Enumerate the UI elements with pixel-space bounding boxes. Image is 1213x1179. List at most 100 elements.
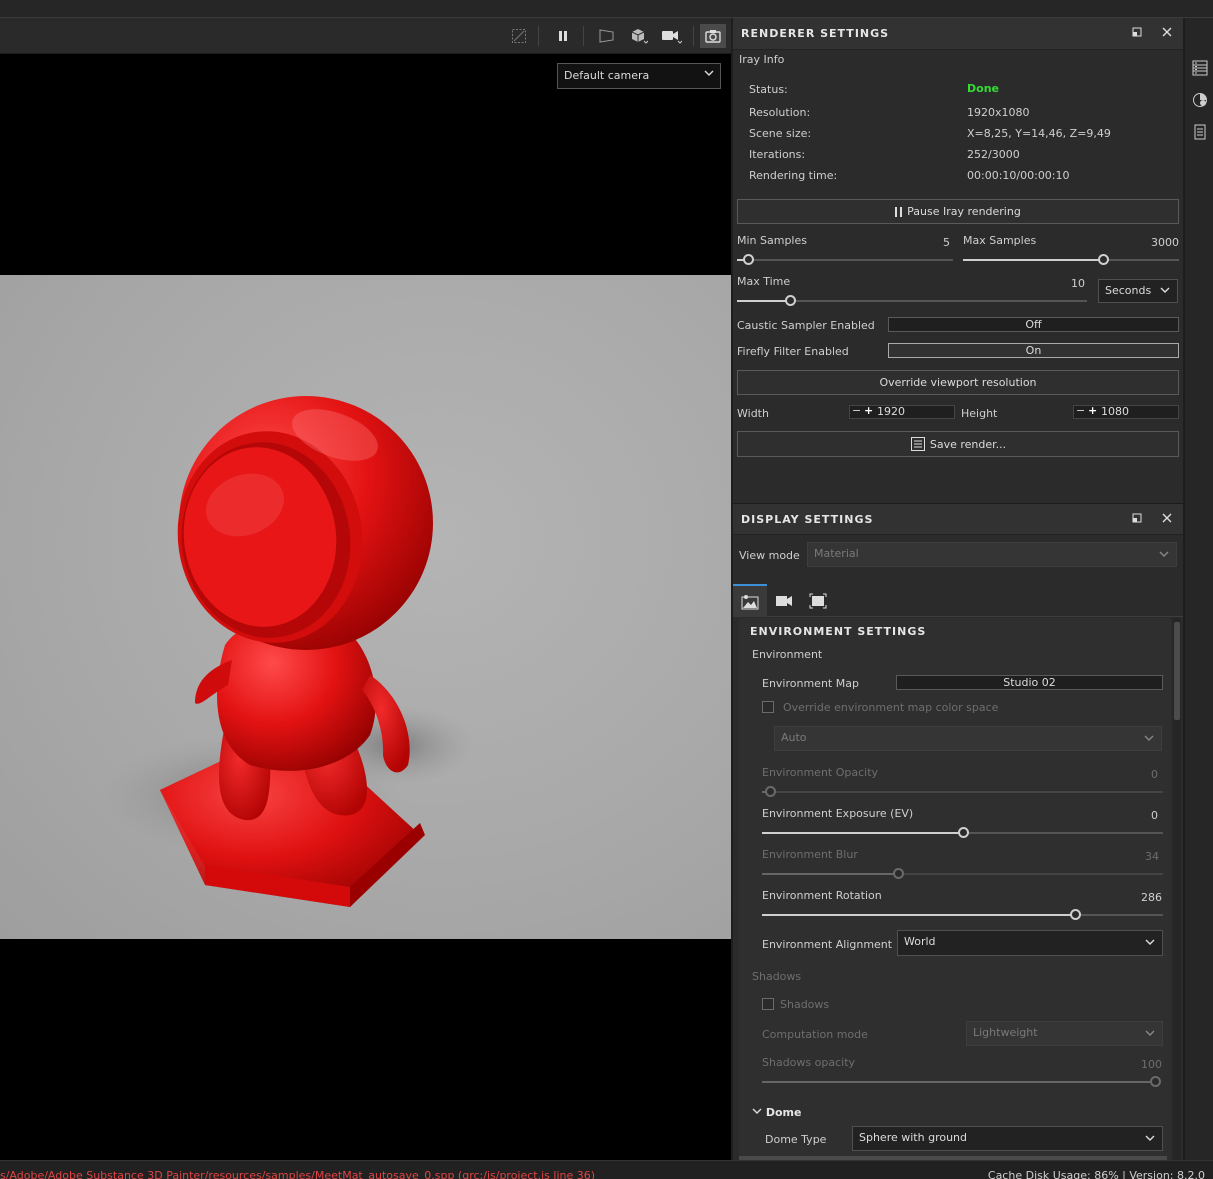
pause-icon[interactable] xyxy=(550,24,576,48)
iray-info-label: Iray Info xyxy=(739,53,785,66)
environment-map-label: Environment Map xyxy=(762,677,859,690)
display-settings-icon[interactable] xyxy=(1192,92,1208,108)
viewer-frame-icon xyxy=(809,593,827,608)
viewport-toolbar xyxy=(0,18,731,54)
dome-type-select[interactable]: Sphere with ground xyxy=(852,1126,1163,1151)
dome-section-toggle[interactable]: Dome xyxy=(752,1106,801,1119)
max-time-slider[interactable] xyxy=(737,295,1087,306)
iterations-label: Iterations: xyxy=(749,148,806,161)
shadows-opacity-slider[interactable] xyxy=(762,1076,1161,1087)
viewport[interactable]: Default camera xyxy=(0,18,731,1160)
close-icon[interactable] xyxy=(1160,512,1174,526)
slider-handle[interactable] xyxy=(1150,1076,1161,1087)
environment-rotation-slider[interactable] xyxy=(762,909,1163,920)
resolution-label: Resolution: xyxy=(749,106,811,119)
environment-opacity-slider[interactable] xyxy=(762,786,1163,797)
plus-icon[interactable]: + xyxy=(864,405,873,417)
undock-icon[interactable] xyxy=(1130,512,1144,526)
computation-mode-select[interactable]: Lightweight xyxy=(966,1021,1163,1046)
status-error-message: s/Adobe/Adobe Substance 3D Painter/resou… xyxy=(0,1169,596,1179)
perspective-icon[interactable] xyxy=(594,24,620,48)
cube-view-icon[interactable] xyxy=(626,24,652,48)
slider-handle[interactable] xyxy=(765,786,777,797)
environment-blur-value: 34 xyxy=(1145,850,1159,863)
shadows-opacity-label: Shadows opacity xyxy=(762,1056,856,1069)
tab-viewer[interactable] xyxy=(801,584,835,617)
scene-size-label: Scene size: xyxy=(749,127,812,140)
slider-handle[interactable] xyxy=(957,827,969,838)
status-label: Status: xyxy=(749,83,788,96)
tab-camera[interactable] xyxy=(767,584,801,617)
chevron-down-icon xyxy=(1145,1130,1155,1149)
minus-icon[interactable]: − xyxy=(1076,405,1085,417)
width-input[interactable]: − + 1920 xyxy=(849,405,955,419)
right-panel: RENDERER SETTINGS Iray Info Status: Done… xyxy=(733,18,1183,1160)
chevron-down-icon xyxy=(752,1108,762,1114)
max-samples-value: 3000 xyxy=(1151,236,1179,249)
min-samples-value: 5 xyxy=(943,236,950,249)
max-samples-label: Max Samples xyxy=(963,234,1037,247)
shadows-section-label: Shadows xyxy=(752,970,802,983)
undock-icon[interactable] xyxy=(1130,26,1144,40)
chevron-down-icon xyxy=(1160,283,1170,300)
firefly-filter-label: Firefly Filter Enabled xyxy=(737,345,849,358)
environment-exposure-slider[interactable] xyxy=(762,827,1163,838)
close-icon[interactable] xyxy=(1160,26,1174,40)
shadows-opacity-value: 100 xyxy=(1141,1058,1162,1071)
render-output xyxy=(0,275,731,939)
scrollbar-thumb[interactable] xyxy=(1174,622,1180,720)
iterations-value: 252/3000 xyxy=(967,148,1020,161)
save-render-button[interactable]: Save render... xyxy=(737,431,1179,457)
vertical-scrollbar[interactable] xyxy=(1173,618,1181,1160)
slider-handle[interactable] xyxy=(742,254,754,265)
width-label: Width xyxy=(737,407,769,420)
properties-icon[interactable] xyxy=(1192,124,1208,140)
color-space-select[interactable]: Auto xyxy=(774,726,1162,751)
min-samples-slider[interactable] xyxy=(737,254,953,265)
view-mode-select[interactable]: Material xyxy=(807,542,1177,567)
environment-alignment-label: Environment Alignment xyxy=(762,938,893,951)
shadows-checkbox[interactable] xyxy=(762,998,774,1010)
environment-alignment-select[interactable]: World xyxy=(897,930,1163,956)
environment-label: Environment xyxy=(752,648,823,661)
resolution-value: 1920x1080 xyxy=(967,106,1030,119)
plus-icon[interactable]: + xyxy=(1088,405,1097,417)
chevron-down-icon xyxy=(1145,934,1155,953)
max-samples-slider[interactable] xyxy=(963,254,1179,265)
max-time-value: 10 xyxy=(1071,277,1085,290)
environment-map-field[interactable]: Studio 02 xyxy=(896,675,1163,690)
environment-exposure-value: 0 xyxy=(1151,809,1158,822)
rendering-time-label: Rendering time: xyxy=(749,169,838,182)
camera-select[interactable]: Default camera xyxy=(557,63,721,89)
shadows-checkbox-label: Shadows xyxy=(780,998,830,1011)
chevron-down-icon xyxy=(1145,1025,1155,1044)
time-unit-select[interactable]: Seconds xyxy=(1098,279,1178,303)
layers-list-icon[interactable] xyxy=(1192,60,1208,76)
override-resolution-button[interactable]: Override viewport resolution xyxy=(737,370,1179,395)
render-snapshot-icon[interactable] xyxy=(700,24,726,48)
chevron-down-icon xyxy=(1144,730,1154,749)
slider-handle[interactable] xyxy=(1098,254,1110,265)
display-tabs xyxy=(733,584,1183,617)
status-cache-version: Cache Disk Usage: 86% | Version: 8.2.0 xyxy=(987,1169,1205,1179)
slider-handle[interactable] xyxy=(1069,909,1081,920)
tab-environment[interactable] xyxy=(733,584,767,617)
caustic-sampler-toggle[interactable]: Off xyxy=(888,317,1179,332)
max-time-label: Max Time xyxy=(737,275,791,288)
environment-blur-slider[interactable] xyxy=(762,868,1163,879)
slider-handle[interactable] xyxy=(784,295,796,306)
status-bar: s/Adobe/Adobe Substance 3D Painter/resou… xyxy=(0,1160,1213,1179)
override-color-space-checkbox[interactable] xyxy=(762,701,774,713)
pause-rendering-button[interactable]: Pause Iray rendering xyxy=(737,199,1179,224)
slider-handle[interactable] xyxy=(893,868,905,879)
renderer-settings-title: RENDERER SETTINGS xyxy=(741,27,890,40)
height-input[interactable]: − + 1080 xyxy=(1073,405,1179,419)
dome-type-label: Dome Type xyxy=(765,1133,827,1146)
minus-icon[interactable]: − xyxy=(852,405,861,417)
save-render-icon xyxy=(910,437,925,451)
camera-view-icon[interactable] xyxy=(658,24,684,48)
firefly-filter-toggle[interactable]: On xyxy=(888,343,1179,358)
grid-toggle-icon[interactable] xyxy=(506,24,532,48)
override-color-space-label: Override environment map color space xyxy=(783,701,999,714)
view-mode-label: View mode xyxy=(739,549,800,562)
